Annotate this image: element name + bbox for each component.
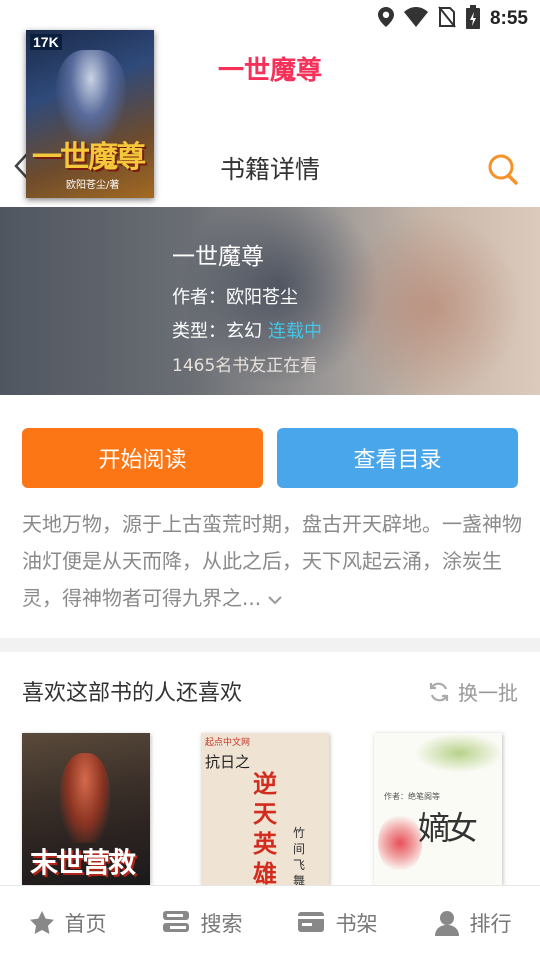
book-cover: 17K 一世魔尊 欧阳苍尘/著 xyxy=(26,30,154,198)
recommend-title: 喜欢这部书的人还喜欢 xyxy=(22,681,243,706)
recommended-book-3[interactable]: 作者：绝笔阁等 嫡女 xyxy=(374,733,502,885)
nav-label: 排行 xyxy=(469,912,512,936)
nav-item-home[interactable]: 首页 xyxy=(0,886,135,960)
book-author: 作者：欧阳苍尘 xyxy=(172,287,298,308)
book-title: 一世魔尊 xyxy=(172,244,264,270)
nav-item-bookshelf[interactable]: 书架 xyxy=(270,886,405,960)
status-time: 8:55 xyxy=(489,8,528,29)
cover-author: 作者：绝笔阁等 xyxy=(384,792,440,801)
book-genre: 类型：玄幻 连载中 xyxy=(172,317,322,343)
cover-logo: 17K xyxy=(30,34,62,50)
refresh-icon xyxy=(429,682,449,701)
battery-icon xyxy=(465,5,480,33)
cover-publisher: 起点中文网 xyxy=(205,738,251,748)
star-icon xyxy=(29,911,54,934)
cover-figure xyxy=(56,50,126,145)
book-genre-label: 类型：玄幻 xyxy=(172,321,262,342)
cover-flower-decoration xyxy=(378,813,422,873)
start-reading-button[interactable]: 开始阅读 xyxy=(22,428,263,488)
refresh-button[interactable]: 换一批 xyxy=(428,677,518,706)
book-readers: 1465名书友正在看 xyxy=(172,356,318,376)
cover-title: 一世魔尊 xyxy=(32,140,146,175)
person-icon xyxy=(434,911,459,936)
nav-label: 书架 xyxy=(335,912,378,936)
cover-figure xyxy=(60,753,110,843)
nav-item-ranking[interactable]: 排行 xyxy=(405,886,540,960)
nav-label: 首页 xyxy=(64,912,107,936)
cover-leaf-decoration xyxy=(414,733,502,773)
recommended-book-2[interactable]: 起点中文网 抗日之 逆天英雄 竹间飞舞 xyxy=(201,733,329,885)
book-status: 连载中 xyxy=(268,321,322,342)
cover-author: 欧阳苍尘/著 xyxy=(66,180,120,191)
view-catalog-button[interactable]: 查看目录 xyxy=(277,428,518,488)
cover-subtitle: 抗日之 xyxy=(205,753,251,771)
status-icons: 8:55 xyxy=(377,5,528,33)
book-description[interactable]: 天地万物，源于上古蛮荒时期，盘古开天辟地。一盏神物油灯便是从天而降，从此之后，天… xyxy=(22,506,522,618)
cover-title: 逆天英雄 xyxy=(253,770,277,885)
recommended-book-1[interactable]: 末世营救 xyxy=(22,733,150,885)
nav-item-search[interactable]: 搜索 xyxy=(135,886,270,960)
hero-background-glow xyxy=(330,217,530,395)
bookshelf-icon xyxy=(297,912,324,932)
no-sim-icon xyxy=(438,6,456,32)
refresh-label: 换一批 xyxy=(458,681,518,705)
book-info: 一世魔尊 作者：欧阳苍尘 类型：玄幻 连载中 1465名书友正在看 xyxy=(172,237,322,376)
section-divider xyxy=(0,638,540,652)
chevron-down-icon[interactable] xyxy=(267,581,283,618)
cover-title: 末世营救 xyxy=(30,846,136,879)
location-icon xyxy=(377,7,394,31)
book-hero: 一世魔尊 作者：欧阳苍尘 类型：玄幻 连载中 1465名书友正在看 xyxy=(0,207,540,395)
bottom-nav: 首页 搜索 书架 排行 xyxy=(0,885,540,960)
wifi-icon xyxy=(403,7,428,31)
search-button[interactable] xyxy=(486,152,522,188)
search-list-icon xyxy=(162,911,189,932)
cover-title: 嫡女 xyxy=(418,809,478,847)
cover-author: 竹间飞舞 xyxy=(293,826,306,885)
nav-label: 搜索 xyxy=(200,912,243,936)
search-icon xyxy=(488,154,518,185)
